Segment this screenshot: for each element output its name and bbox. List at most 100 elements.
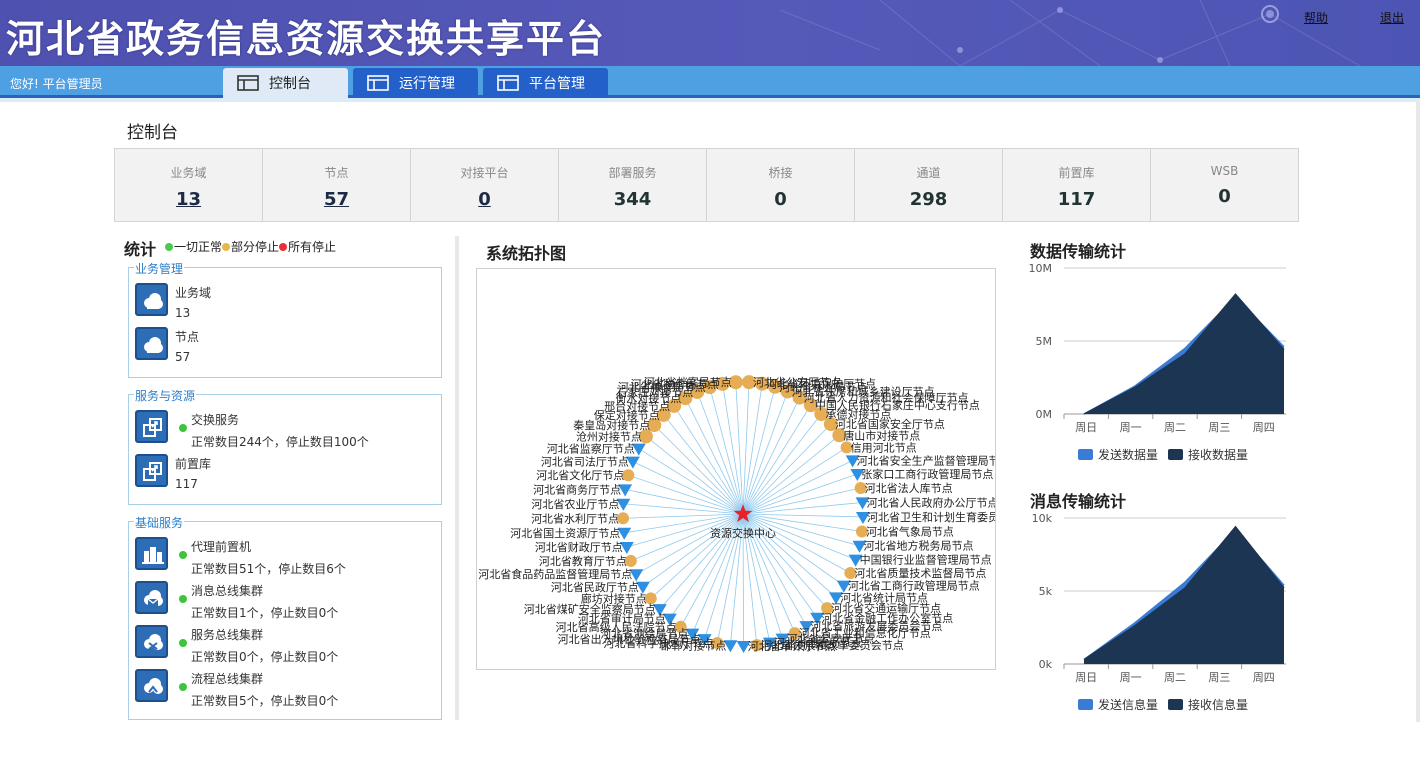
legend-label[interactable]: 接收信息量 [1188,697,1248,712]
topology-node-label: 河北省监察厅节点 [547,442,635,456]
legend-swatch[interactable] [1168,449,1183,460]
data-transfer-chart[interactable]: 0M 5M 10M 周日 周一 周二 周三 周四发送数据量 接收数据量 [1020,258,1310,468]
building-icon[interactable] [135,537,168,570]
topology-node-label: 张家口工商行政管理局节点 [861,467,993,481]
stat-cell[interactable]: 节点 57 [263,149,411,221]
stat-label: 业务域 [170,166,207,180]
stat-item-name: 节点 [175,330,200,344]
stat-item[interactable]: 服务总线集群正常数目0个，停止数目0个 [135,625,435,665]
topology-link [742,513,845,586]
legend-swatch[interactable] [1078,449,1093,460]
window-icon [237,75,259,91]
x-tick-label: 周四 [1253,421,1275,434]
tab-platform-management[interactable]: 平台管理 [483,68,608,98]
tab-console[interactable]: 控制台 [223,68,348,98]
legend-label[interactable]: 发送信息量 [1098,697,1158,712]
topology-node-label: 河北省安全生产监督管理局节点 [857,453,996,467]
status-dot [179,551,187,559]
exchange-icon[interactable] [135,410,168,443]
page-scrollbar[interactable] [1416,102,1420,722]
main-navbar: 您好! 平台管理员 控制台 运行管理 平台管理 [0,66,1420,98]
legend-swatch[interactable] [1168,699,1183,710]
stat-item[interactable]: 流程总线集群 正常数目5个，停止数目0个 [135,669,435,709]
stat-cell[interactable]: 对接平台 0 [411,149,559,221]
status-dot [179,424,187,432]
stat-item[interactable]: 前置库 117 [135,454,435,494]
status-dot [179,595,187,603]
legend-label[interactable]: 接收数据量 [1188,447,1248,462]
topology-node-label: 河北省气象局节点 [866,524,954,538]
stat-cell[interactable]: 前置库 117 [1003,149,1151,221]
x-tick-label: 周二 [1164,671,1186,684]
topology-graph[interactable]: 河北省公安厅节点河北省环境保护厅节点河北省林业局节点河北省住房和城乡建设厅节点河… [477,269,996,670]
topology-link [735,382,744,515]
partial-status-dot [222,243,231,251]
topology-node-label: 河北省食品药品监督管理局节点 [478,567,632,581]
flow-cloud-icon[interactable] [135,669,168,702]
stat-value: 344 [613,189,652,210]
stat-cell[interactable]: 业务域 13 [115,149,263,221]
message-transfer-chart[interactable]: 0k 5k 10k 周日 周一 周二 周三 周四发送信息量 接收信息量 [1020,508,1310,718]
stopped-status-dot [279,243,288,251]
app-title: 河北省政务信息资源交换共享平台 [6,17,607,61]
topology-node-label: 河北省文化厅节点 [536,468,624,482]
stat-value[interactable]: 57 [263,189,410,210]
stat-item-detail: 正常数目51个，停止数目6个 [191,562,346,576]
stat-item[interactable]: 交换服务 正常数目244个，停止数目100个 [135,410,435,450]
series-area[interactable] [1084,526,1284,664]
stat-cell[interactable]: 桥接 0 [707,149,855,221]
stat-label: 对接平台 [460,166,509,180]
topology-link [628,474,744,515]
stat-label: 前置库 [1058,166,1095,180]
stat-item[interactable]: 消息总线集群 正常数目1个，停止数目0个 [135,581,435,621]
stat-item-detail: 正常数目0个，停止数目0个 [191,650,339,664]
stat-cell[interactable]: WSB 0 [1151,149,1298,221]
stat-item-name: 服务总线集群 [191,628,264,642]
stat-item-detail: 13 [175,306,191,320]
window-icon [497,75,519,91]
stat-cell[interactable]: 通道 298 [855,149,1003,221]
topology-node-label: 河北省国土资源厅节点 [510,526,620,540]
logout-link[interactable]: 退出 [1380,9,1404,26]
tab-operation-management[interactable]: 运行管理 [353,68,478,98]
stat-group-title: 服务与资源 [134,387,197,404]
legend-label[interactable]: 发送数据量 [1098,447,1158,462]
x-tick-label: 周一 [1120,421,1142,434]
cloud-icon[interactable] [135,283,168,316]
topology-node-label: 信用河北节点 [851,441,917,454]
status-legend: 一切正常 部分停止 所有停止 [165,238,336,255]
x-tick-label: 周三 [1208,421,1230,434]
topology-node-label: 中国银行业监督管理局节点 [860,553,992,567]
stat-group-title: 业务管理 [134,260,185,277]
stat-value[interactable]: 0 [411,189,558,210]
y-tick-label: 5k [1039,585,1053,598]
x-tick-label: 周日 [1075,671,1097,684]
stat-value: 0 [774,189,787,210]
y-tick-label: 5M [1036,335,1053,348]
legend-swatch[interactable] [1078,699,1093,710]
stat-item-detail: 正常数目1个，停止数目0个 [191,606,339,620]
topology-node-label: 河北省水利厅节点 [531,512,619,525]
stat-item[interactable]: 业务域 13 [135,283,435,323]
stat-cell[interactable]: 部署服务 344 [559,149,707,221]
stat-item-name: 交换服务 [191,413,240,427]
y-tick-label: 0k [1039,658,1053,671]
status-dot [179,639,187,647]
stat-value[interactable]: 13 [115,189,262,210]
stat-item[interactable]: 代理前置机 正常数目51个，停止数目6个 [135,537,435,577]
panel-divider [455,236,459,720]
topology-link [663,414,744,515]
statistics-title: 统计 [124,240,157,259]
topology-canvas[interactable]: 河北省公安厅节点 河北省环境保护厅节点 河北省林业局节点 河北省住房和城乡建设厅节点河… [476,268,996,670]
exchange-icon[interactable] [135,454,168,487]
topology-link [742,423,832,515]
topology-node-label: 唐山市对接节点 [843,428,920,442]
stat-item[interactable]: 节点 57 [135,327,435,367]
cloud-icon[interactable] [135,327,168,360]
stat-item-name: 前置库 [175,457,212,471]
help-link[interactable]: 帮助 [1304,9,1328,26]
service-cloud-icon[interactable] [135,625,168,658]
x-tick-label: 周二 [1164,421,1186,434]
x-tick-label: 周三 [1208,671,1230,684]
message-cloud-icon[interactable] [135,581,168,614]
